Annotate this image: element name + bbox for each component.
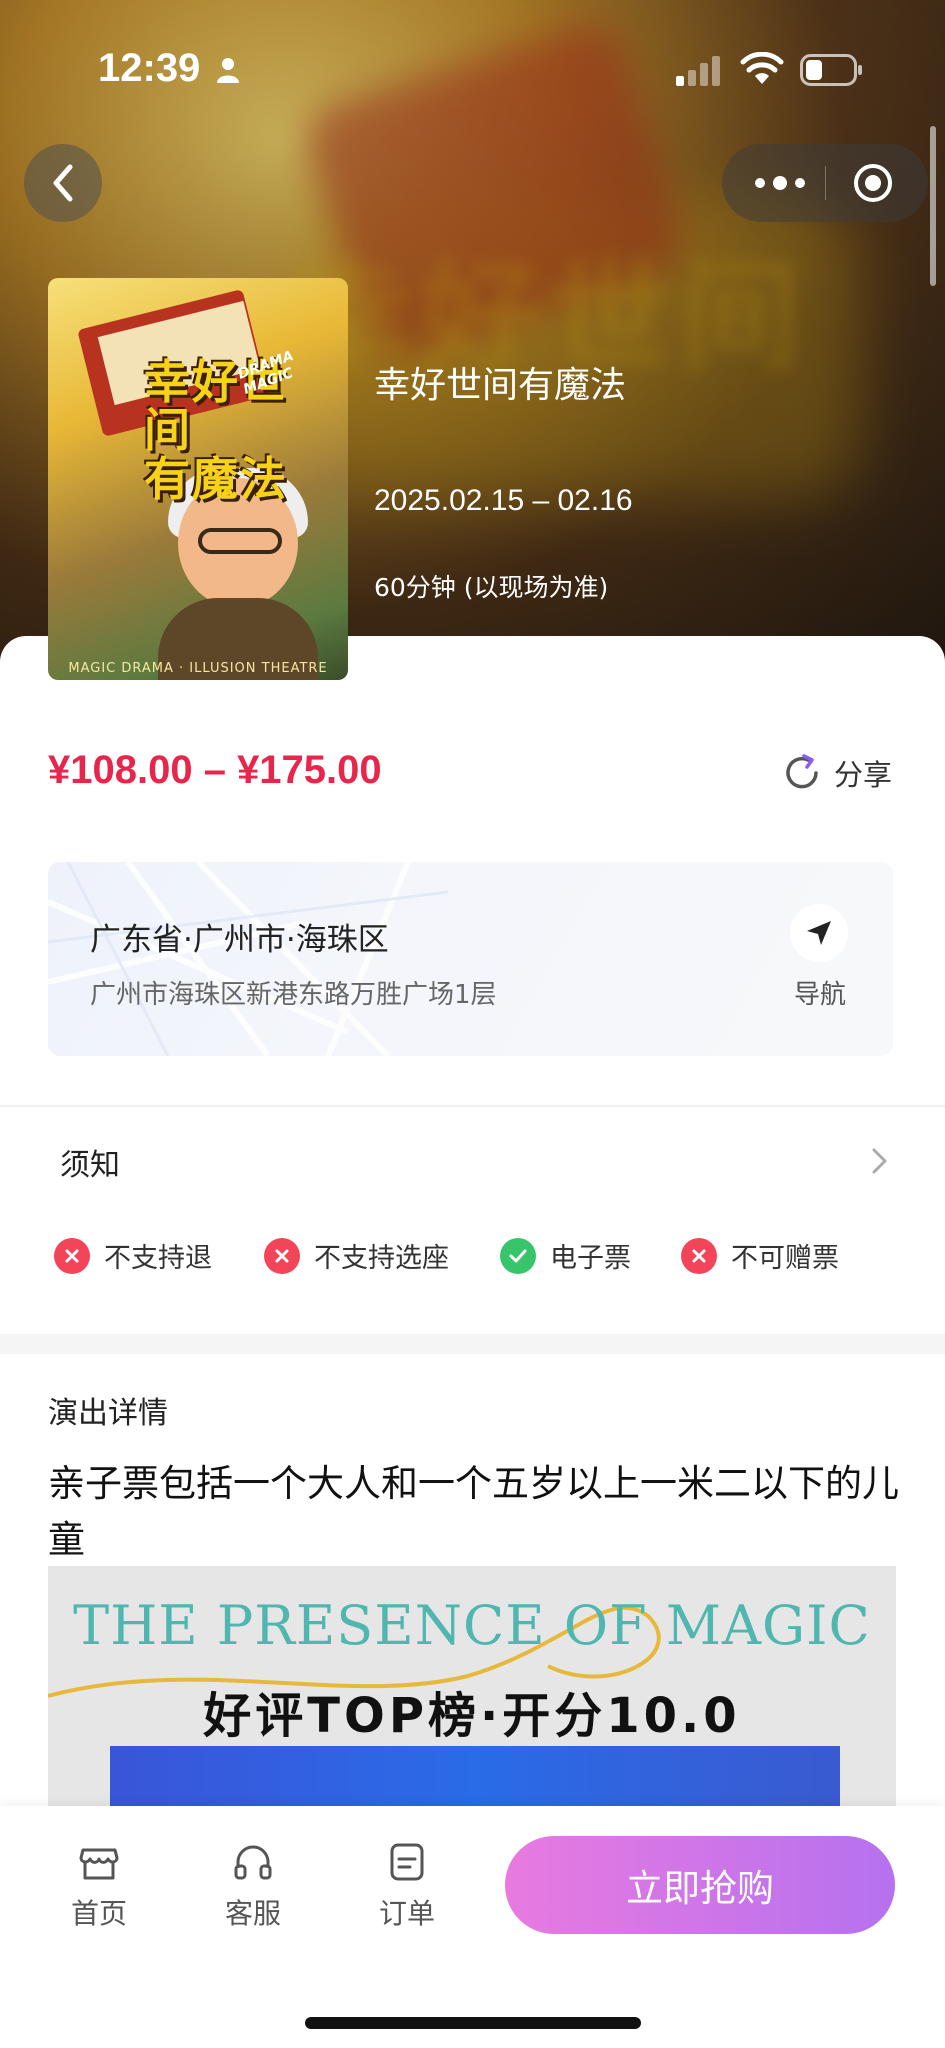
venue-card[interactable]: 广东省·广州市·海珠区 广州市海珠区新港东路万胜广场1层 导航 [48, 862, 893, 1056]
check-circle-icon [500, 1237, 536, 1274]
details-banner-image[interactable]: THE PRESENCE OF MAGIC 好评TOP榜·开分10.0 [48, 1566, 896, 1806]
map-pattern [48, 862, 449, 1056]
show-dates: 2025.02.15 – 02.16 [374, 484, 633, 517]
banner-subheadline: 好评TOP榜·开分10.0 [203, 1688, 741, 1744]
price-range: ¥108.00 – ¥175.00 [48, 748, 382, 792]
headset-icon [234, 1845, 272, 1880]
wifi-icon [740, 52, 784, 84]
status-time: 12:39 [98, 46, 201, 90]
banner-photo-strip [110, 1746, 840, 1806]
chevron-right-icon [872, 1148, 887, 1174]
section-separator [0, 1334, 945, 1354]
share-label: 分享 [834, 758, 893, 792]
notice-label: 须知 [60, 1148, 120, 1183]
tab-customer-service[interactable]: 客服 [198, 1840, 308, 1932]
miniapp-capsule [722, 144, 928, 222]
back-button[interactable] [24, 144, 102, 222]
buy-now-button[interactable]: 立即抢购 [505, 1836, 895, 1934]
details-heading: 演出详情 [48, 1396, 168, 1431]
close-miniapp-icon[interactable] [852, 162, 894, 204]
poster-footer: MAGIC DRAMA · ILLUSION THEATRE [68, 661, 328, 676]
person-icon [217, 58, 239, 83]
scroll-indicator[interactable] [930, 126, 936, 286]
venue-address: 广州市海珠区新港东路万胜广场1层 [90, 980, 497, 1010]
policy-no-refund: 不支持退 [54, 1236, 212, 1275]
venue-city: 广东省·广州市·海珠区 [90, 922, 389, 958]
chevron-left-icon [53, 164, 73, 202]
policy-e-ticket: 电子票 [500, 1236, 631, 1275]
x-circle-icon [681, 1237, 717, 1274]
tab-orders[interactable]: 订单 [352, 1840, 462, 1932]
show-title: 幸好世间有魔法 [374, 365, 627, 406]
navigate-button[interactable] [790, 904, 848, 962]
show-poster[interactable]: 幸好世间 有魔法 DRAMA MAGIC MAGIC DRAMA · ILLUSI… [48, 278, 348, 680]
details-description: 亲子票包括一个大人和一个五岁以上一米二以下的儿童 [48, 1462, 899, 1561]
share-icon [786, 754, 818, 789]
more-icon[interactable] [752, 168, 808, 198]
poster-title: 幸好世间 有魔法 [144, 355, 288, 506]
store-icon [79, 1848, 119, 1880]
x-circle-icon [54, 1237, 90, 1274]
policy-no-gifting: 不可赠票 [681, 1236, 839, 1275]
tab-home[interactable]: 首页 [44, 1840, 154, 1932]
notice-row[interactable]: 须知 [0, 1118, 945, 1202]
policy-no-seat-selection: 不支持选座 [264, 1236, 449, 1275]
share-button[interactable]: 分享 [782, 752, 892, 794]
order-icon [390, 1843, 424, 1881]
divider [0, 1105, 945, 1107]
policy-badges: 不支持退 不支持选座 电子票 不可赠票 [54, 1236, 914, 1282]
banner-headline: THE PRESENCE OF MAGIC [73, 1594, 871, 1657]
signal-icon [676, 56, 720, 86]
status-bar: 12:39 [0, 0, 945, 140]
navigate-label[interactable]: 导航 [790, 974, 850, 1011]
battery-icon [800, 54, 862, 86]
bottom-action-bar: 首页 客服 订单 立即抢购 [0, 1806, 945, 2048]
home-indicator[interactable] [305, 2017, 641, 2029]
navigation-arrow-icon [807, 921, 831, 945]
show-duration: 60分钟 (以现场为准) [374, 573, 609, 602]
x-circle-icon [264, 1237, 300, 1274]
